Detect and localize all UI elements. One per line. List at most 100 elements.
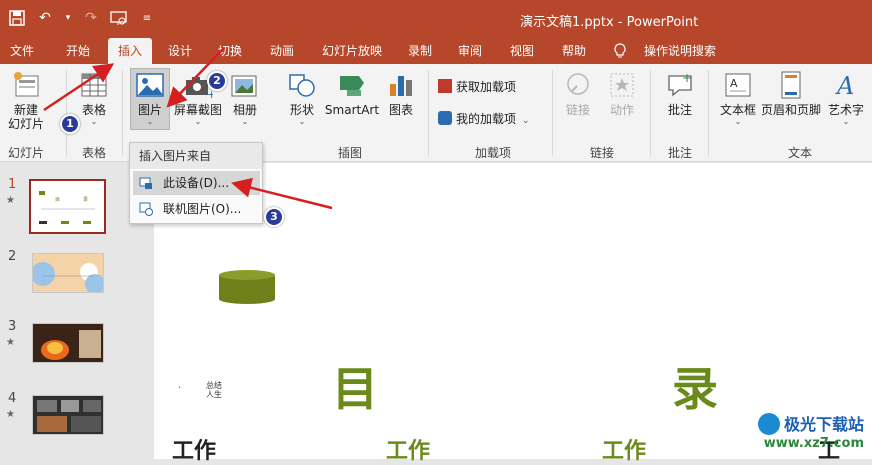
- new-slide-label2: 幻灯片: [7, 117, 44, 131]
- redo-icon[interactable]: ↷: [82, 9, 100, 27]
- link-button[interactable]: 链接: [560, 70, 596, 117]
- action-button[interactable]: 动作: [604, 70, 640, 117]
- customize-icon[interactable]: ≡: [138, 9, 156, 27]
- slide-thumbnail[interactable]: 目录: [29, 179, 106, 234]
- picture-button[interactable]: 图片 ⌄: [130, 70, 170, 127]
- this-device-menu-item[interactable]: 此设备(D)...: [133, 171, 260, 195]
- tab-file[interactable]: 文件: [4, 38, 40, 64]
- watermark-text: 极光下载站: [783, 415, 864, 434]
- shapes-label: 形状: [289, 103, 314, 117]
- group-label-comments: 批注: [667, 146, 692, 160]
- group-label-text: 文本: [787, 146, 812, 160]
- undo-dropdown-icon[interactable]: ▾: [64, 9, 72, 27]
- online-pictures-menu-item[interactable]: 联机图片(O)...: [133, 197, 260, 221]
- album-button[interactable]: 相册 ⌄: [228, 70, 262, 127]
- work-heading-1[interactable]: 工作: [172, 433, 216, 465]
- textbox-icon: A: [725, 73, 751, 97]
- new-slide-label: 新建: [13, 103, 38, 117]
- addins-icon: [438, 111, 452, 125]
- tab-help[interactable]: 帮助: [556, 38, 592, 64]
- header-footer-icon: [781, 71, 801, 99]
- new-slide-button[interactable]: 新建 幻灯片: [4, 70, 48, 131]
- slide-thumbnail[interactable]: [32, 323, 104, 363]
- chevron-down-icon: ⌄: [842, 117, 850, 126]
- chevron-down-icon: ⌄: [734, 117, 742, 126]
- title-char-2[interactable]: 录: [672, 353, 718, 419]
- tell-me-search[interactable]: 操作说明搜索: [638, 38, 722, 64]
- tab-home[interactable]: 开始: [60, 38, 96, 64]
- chevron-down-icon: ⌄: [90, 117, 98, 126]
- online-pictures-label: 联机图片(O)...: [163, 202, 242, 216]
- comment-button[interactable]: + 批注: [662, 70, 698, 117]
- save-icon[interactable]: [8, 9, 26, 27]
- group-divider: [428, 70, 429, 156]
- table-icon: [81, 73, 107, 97]
- small-text: 总结 人生: [206, 381, 222, 399]
- group-divider: [552, 70, 553, 156]
- shapes-button[interactable]: 形状 ⌄: [284, 70, 320, 127]
- table-button[interactable]: 表格 ⌄: [76, 70, 112, 127]
- header-footer-label: 页眉和页脚: [760, 103, 821, 117]
- my-addins-label: 我的加载项: [456, 112, 517, 126]
- title-char-1[interactable]: 目: [332, 353, 378, 419]
- get-addins-label: 获取加载项: [456, 80, 517, 94]
- tab-transitions[interactable]: 切换: [212, 38, 248, 64]
- tab-review[interactable]: 审阅: [452, 38, 488, 64]
- new-slide-icon: [14, 72, 39, 97]
- svg-text:录: 录: [83, 196, 88, 203]
- title-bar: ↶ ▾ ↷ ≡ 演示文稿1.pptx - PowerPoint: [0, 0, 872, 38]
- smartart-icon: [340, 76, 364, 96]
- album-icon: [231, 75, 257, 97]
- textbox-button[interactable]: A 文本框 ⌄: [716, 70, 760, 127]
- svg-text:+: +: [682, 71, 692, 85]
- chart-label: 图表: [388, 103, 413, 117]
- tab-animations[interactable]: 动画: [264, 38, 300, 64]
- chart-icon: [390, 76, 412, 96]
- tab-design[interactable]: 设计: [162, 38, 198, 64]
- screenshot-label: 屏幕截图: [173, 103, 222, 117]
- chart-button[interactable]: 图表: [384, 70, 418, 117]
- globe-icon: [139, 202, 153, 216]
- comment-label: 批注: [667, 103, 692, 117]
- group-label-links: 链接: [589, 146, 614, 160]
- album-label: 相册: [232, 103, 257, 117]
- smartart-button[interactable]: SmartArt: [324, 70, 380, 117]
- group-divider: [122, 70, 123, 156]
- table-label: 表格: [81, 103, 106, 117]
- step-badge-2: 2: [207, 71, 227, 91]
- slide-thumbnail[interactable]: [32, 395, 104, 435]
- step-badge-1: 1: [60, 114, 80, 134]
- tab-insert[interactable]: 插入: [108, 38, 152, 64]
- link-icon: [567, 73, 589, 95]
- group-divider: [650, 70, 651, 156]
- group-divider: [708, 70, 709, 156]
- my-addins-button[interactable]: 我的加载项 ⌄: [438, 110, 548, 127]
- header-footer-button[interactable]: 页眉和页脚: [760, 70, 822, 117]
- work-heading-2[interactable]: 工作: [386, 433, 430, 465]
- svg-text:A: A: [835, 72, 854, 100]
- watermark-logo: 极光下载站: [757, 411, 864, 435]
- dropdown-header: 插入图片来自: [130, 143, 262, 169]
- link-label: 链接: [565, 103, 590, 117]
- tab-slideshow[interactable]: 幻灯片放映: [318, 38, 386, 64]
- svg-text:目: 目: [55, 197, 60, 203]
- chevron-down-icon: ⌄: [241, 117, 249, 126]
- wordart-button[interactable]: A 艺术字 ⌄: [826, 70, 866, 127]
- smartart-label: SmartArt: [324, 103, 380, 117]
- comment-icon: +: [668, 71, 692, 97]
- tab-view[interactable]: 视图: [504, 38, 540, 64]
- get-addins-button[interactable]: 获取加载项: [438, 78, 538, 95]
- undo-icon[interactable]: ↶: [36, 9, 54, 27]
- shapes-icon: [289, 74, 315, 97]
- slide-number: 4: [8, 391, 17, 406]
- work-heading-3[interactable]: 工作: [602, 433, 646, 465]
- cylinder-shape[interactable]: [218, 269, 276, 305]
- slide-number: 3: [8, 319, 17, 334]
- present-icon[interactable]: [110, 9, 128, 27]
- slide-number: 1: [8, 177, 17, 192]
- chevron-down-icon: ⌄: [194, 117, 202, 126]
- slide-thumbnail[interactable]: [32, 253, 104, 293]
- chevron-down-icon: ⌄: [298, 117, 306, 126]
- group-divider: [66, 70, 67, 156]
- tab-record[interactable]: 录制: [402, 38, 438, 64]
